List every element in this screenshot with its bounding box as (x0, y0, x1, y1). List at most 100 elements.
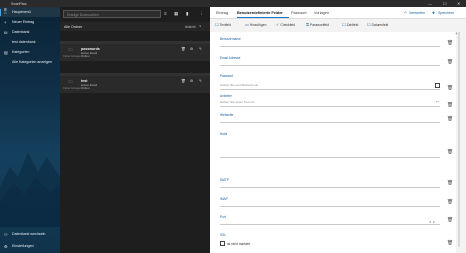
trash-icon[interactable]: 🗑 (447, 117, 453, 122)
scrollbar[interactable] (458, 32, 460, 247)
trash-icon[interactable]: 🗑 (447, 200, 453, 205)
sidebar-item-einstellungen[interactable]: ⚙ Einstellungen (0, 241, 60, 251)
save-button[interactable]: Speichern (438, 11, 454, 15)
save-icon[interactable]: ✚ (432, 11, 435, 15)
copy-icon[interactable]: ▮ (186, 11, 189, 17)
chevron-down-icon[interactable]: ∨ (199, 24, 202, 28)
field-label: IMAP (220, 197, 228, 201)
trash-icon[interactable]: 🗑 (447, 150, 453, 155)
button-label: Checkfeld (280, 23, 296, 27)
trash-icon[interactable]: 🗑 (447, 218, 453, 223)
ssl-checkbox-label: ist nicht markiert (227, 241, 251, 246)
add-textfield-button[interactable]: ☐Textfeld (215, 22, 231, 28)
field-type-toolbar: ☐Textfeld ▭Hinzufügen ✓Checkfeld ⚿Passwo… (210, 20, 466, 30)
tab-vorlagen[interactable]: Vorlagen (314, 11, 329, 15)
list-item[interactable]: ▭ Ordner Anzeigen passwords keinen Email… (60, 41, 210, 61)
view-option[interactable]: Ansicht (185, 25, 195, 29)
active-tab-indicator (237, 17, 289, 18)
home-icon: ⌂ (4, 9, 7, 15)
tab-passwort[interactable]: Passwort (291, 11, 307, 15)
sidebar-item-label: Datenbank wechseln (12, 232, 46, 236)
ssl-checkbox[interactable] (220, 241, 225, 246)
close-button[interactable]: ✕ (457, 1, 460, 6)
button-label: Datumsfeld (371, 23, 389, 27)
trash-icon[interactable]: 🗑 (447, 60, 453, 65)
add-checkfield-button[interactable]: ✓Checkfeld (276, 22, 295, 28)
trash-icon[interactable]: 🗑 (447, 41, 453, 46)
folder-filter-label: Alle Ordner (64, 24, 83, 29)
sidebar-item-neuer-eintrag[interactable]: + Neuer Eintrag (0, 17, 60, 27)
settings-icon[interactable]: ⚙ (190, 47, 193, 51)
search-placeholder: Einträge Durchsuchen (67, 13, 99, 17)
title-bar: SmartPass — ☐ ✕ (0, 0, 466, 7)
trash-icon[interactable]: 🗑 (447, 103, 453, 108)
sidebar-item-alle-kategorien[interactable]: Alle Kategorien anzeigen (0, 57, 60, 67)
sidebar-item-label: Neuer Eintrag (12, 20, 35, 24)
entry-list-panel: Einträge Durchsuchen ≡ ▦ ▮ ⋮ Alle Ordner… (60, 7, 210, 253)
button-label: Passwortfeld (310, 23, 329, 27)
textfield-icon: ☐ (215, 22, 219, 27)
field-label: SSL (220, 233, 227, 237)
text-input[interactable]: Geben Sie einen Text ein (220, 100, 255, 104)
gear-icon: ⚙ (4, 243, 8, 249)
field-label: Anbieter (220, 94, 232, 98)
trash-icon[interactable]: 🗑 (447, 86, 453, 91)
sidebar-item-test-datenbank[interactable]: test datenbank (0, 37, 60, 47)
list-view-icon[interactable]: ≡ (164, 11, 167, 16)
add-numberfield-button[interactable]: ☐Zahlfeld (342, 22, 358, 28)
more-icon[interactable]: ⋮ (199, 11, 204, 17)
mountain-background (0, 152, 60, 227)
entry-type: Ordner (81, 54, 90, 58)
add-field-button[interactable]: ▭Hinzufügen (245, 22, 266, 28)
field-label: Webseite (220, 113, 234, 117)
database-icon: ⛁ (4, 29, 8, 35)
delete-icon[interactable]: 🗑 (181, 79, 186, 83)
minimize-button[interactable]: — (428, 1, 432, 6)
number-icon: ☐ (342, 22, 346, 27)
key-icon: ⚿ (306, 22, 310, 27)
sidebar-item-datenbank-wechseln[interactable]: ⚇ Datenbank wechseln (0, 229, 60, 239)
entry-type: Ordner (81, 86, 90, 90)
check-icon: ✓ (276, 22, 280, 27)
sidebar-item-label: test datenbank (12, 40, 36, 44)
tab-eintrag[interactable]: Eintrag (216, 11, 228, 15)
list-item[interactable]: ▭ Ordner Anzeigen test keinen Email Ordn… (60, 73, 210, 93)
search-input[interactable]: Einträge Durchsuchen (63, 10, 161, 18)
sidebar-item-label: Alle Kategorien anzeigen (12, 60, 52, 64)
tab-custom-fields[interactable]: Benutzerdefinierte Felder (237, 11, 283, 15)
folder-caption: Ordner Anzeigen (63, 55, 81, 58)
sidebar-item-datenbank[interactable]: ⛁ Datenbank (0, 27, 60, 37)
trash-icon[interactable]: 🗑 (447, 181, 453, 186)
delete-icon[interactable]: 🗑 (181, 47, 186, 51)
button-label: Hinzufügen (249, 23, 267, 27)
discard-button[interactable]: Verwerfen (409, 11, 425, 15)
password-input[interactable]: Geben Sie ein Passwort ein (220, 83, 258, 87)
edit-icon[interactable]: ✎ (199, 79, 202, 83)
edit-icon[interactable]: ✎ (199, 47, 202, 51)
add-passwordfield-button[interactable]: ⚿Passwortfeld (306, 22, 329, 28)
add-field-icon: ▭ (245, 22, 249, 27)
discard-icon[interactable]: ↶ (404, 11, 407, 15)
folder-caption: Ordner Anzeigen (63, 87, 81, 90)
folder-icon: ▭ (68, 79, 73, 85)
port-stepper[interactable]: ∧ ∨ (429, 220, 435, 224)
show-password-checkbox[interactable] (435, 83, 440, 88)
field-label: Email Adresse (220, 56, 241, 60)
sidebar-item-kategorien[interactable]: ▤ Kategorien (0, 47, 60, 57)
sidebar-item-hauptmenu[interactable]: ⌂ Hauptmenü (0, 7, 60, 17)
grid-view-icon[interactable]: ▦ (174, 11, 178, 17)
sidebar-item-label: Einstellungen (12, 244, 34, 248)
settings-icon[interactable]: ⚙ (190, 79, 193, 83)
sidebar-item-label: Hauptmenü (12, 10, 31, 14)
folder-sort-bar[interactable]: Alle Ordner Ansicht ∨ (60, 22, 210, 31)
calendar-icon: ☐ (367, 22, 371, 27)
maximize-button[interactable]: ☐ (443, 1, 447, 6)
entry-title: passwords (81, 46, 100, 51)
field-label: Benutzername (220, 37, 241, 41)
trash-icon[interactable]: 🗑 (447, 241, 453, 246)
add-datefield-button[interactable]: ☐Datumsfeld (367, 22, 388, 28)
sidebar: ≡ ⌂ Hauptmenü + Neuer Eintrag ⛁ Datenban… (0, 7, 60, 253)
categories-icon: ▤ (4, 49, 8, 55)
entry-title: test (81, 78, 88, 83)
sidebar-item-label: Datenbank (12, 30, 30, 34)
